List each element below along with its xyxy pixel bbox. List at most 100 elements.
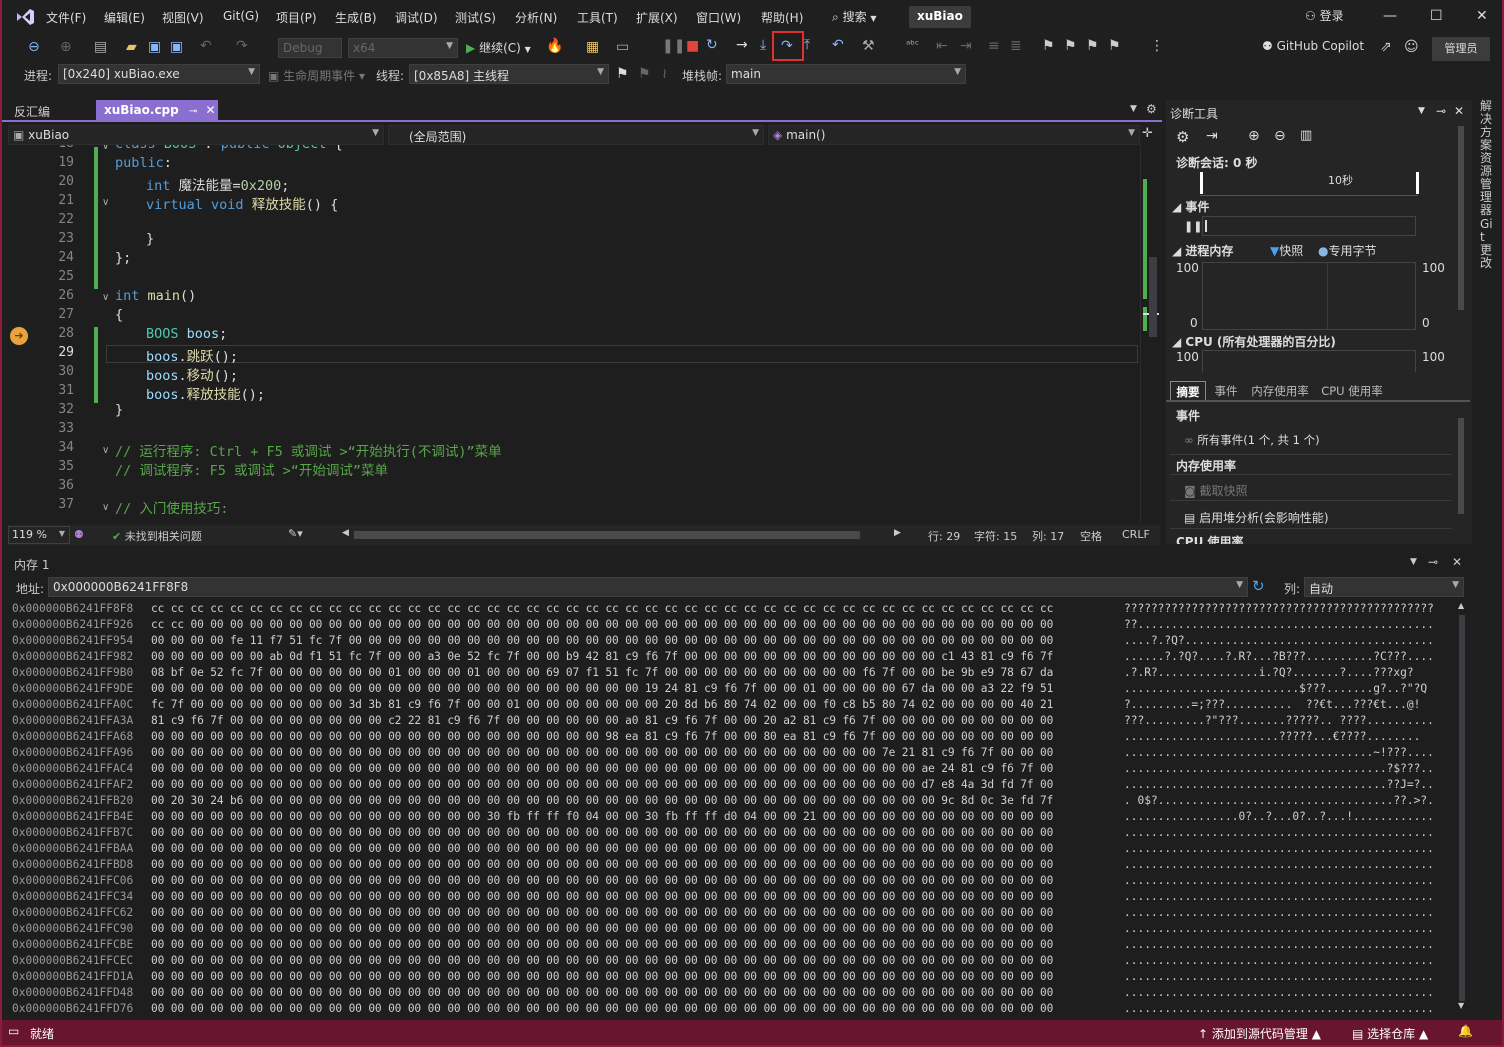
tab-solution-explorer[interactable]: 解决方案资源管理器 — [1480, 100, 1496, 217]
memory-row-hex[interactable]: 00 00 00 00 fe 11 f7 51 fc 7f 00 00 00 0… — [151, 633, 1053, 649]
diag-tab[interactable]: 内存使用率 — [1246, 381, 1314, 401]
toolbar-overflow-icon[interactable]: ⋮ — [1150, 38, 1164, 54]
scroll-down-icon[interactable]: ▼ — [1458, 1001, 1464, 1010]
config-select[interactable]: Debug — [278, 38, 342, 58]
memory-row-hex[interactable]: 00 00 00 00 00 00 00 00 00 00 00 00 00 0… — [151, 777, 1053, 793]
zoom-select[interactable]: 119 % ▼ — [8, 526, 70, 544]
memory-row-ascii[interactable]: ........................................… — [1124, 1001, 1452, 1017]
memory-row-hex[interactable]: 00 00 00 00 00 00 00 00 00 00 00 00 00 0… — [151, 745, 1053, 761]
tab-disassembly[interactable]: 反汇编 — [6, 100, 58, 122]
close-button[interactable]: ✕ — [1476, 8, 1488, 24]
hot-reload-icon[interactable]: 🔥 — [546, 38, 563, 54]
memory-row-ascii[interactable]: ........................................… — [1124, 873, 1452, 889]
memory-row-hex[interactable]: 00 00 00 00 00 00 00 00 00 00 00 00 00 0… — [151, 953, 1053, 969]
timeline-end-handle[interactable] — [1416, 172, 1419, 194]
memory-row-hex[interactable]: 00 00 00 00 00 00 00 00 00 00 00 00 00 0… — [151, 825, 1053, 841]
editor-vertical-scrollbar[interactable] — [1140, 145, 1160, 524]
fold-icon[interactable]: ∨ — [102, 197, 109, 208]
scope-dropdown[interactable]: (全局范围) ▼ — [388, 125, 764, 145]
memory-row-ascii[interactable]: .......................................?… — [1124, 777, 1452, 793]
code-editor[interactable]: ➔ ∨ ∨ ∨ ∨ ∨ 18 class BOOS : public Object… — [8, 145, 1160, 524]
diag-tab[interactable]: 摘要 — [1170, 381, 1206, 401]
fold-icon[interactable]: ∨ — [102, 502, 109, 513]
clear-bookmarks-icon[interactable]: ⚑ — [1108, 38, 1121, 54]
code-line[interactable]: int main() — [115, 288, 196, 304]
code-line[interactable]: boos.释放技能(); — [146, 383, 265, 403]
memory-row-hex[interactable]: 00 00 00 00 00 00 00 00 00 00 00 00 00 0… — [151, 729, 1053, 745]
next-bookmark-icon[interactable]: ⚑ — [1086, 38, 1099, 54]
scroll-up-icon[interactable]: ▲ — [1458, 601, 1464, 610]
step-out-icon[interactable]: ⤒ — [804, 37, 810, 53]
col-indicator[interactable]: 列: 17 — [1032, 528, 1064, 544]
uncomment-icon[interactable]: ≣ — [1010, 38, 1022, 54]
save-all-icon[interactable]: ▣ — [170, 39, 183, 55]
memory-row-hex[interactable]: 00 00 00 00 00 00 00 00 00 00 00 00 00 0… — [151, 809, 1053, 825]
all-events-link[interactable]: ∞ 所有事件(1 个, 共 1 个) — [1184, 432, 1320, 448]
code-line[interactable]: } — [115, 402, 123, 418]
code-line[interactable]: }; — [115, 250, 131, 266]
memory-row-ascii[interactable]: .................0?..?...0?..?...!......… — [1124, 809, 1452, 825]
menu-item[interactable]: 文件(F) — [46, 9, 86, 26]
menu-item[interactable]: 测试(S) — [455, 9, 496, 26]
code-line[interactable]: BOOS boos; — [146, 326, 227, 342]
undo-icon[interactable]: ↶ — [200, 38, 212, 54]
memory-row-ascii[interactable]: ........................................… — [1124, 953, 1452, 969]
status-output-icon[interactable]: ▭ — [8, 1024, 19, 1038]
maximize-button[interactable]: ☐ — [1430, 8, 1443, 24]
memory-row-ascii[interactable]: ........................................… — [1124, 825, 1452, 841]
diag-scroll-thumb[interactable] — [1458, 126, 1464, 310]
memory-row-hex[interactable]: 00 00 00 00 00 00 00 00 00 00 00 00 00 0… — [151, 937, 1053, 953]
timeline-start-handle[interactable] — [1200, 172, 1203, 194]
eol-indicator[interactable]: CRLF — [1122, 528, 1150, 541]
code-line[interactable]: int 魔法能量=0x200; — [146, 174, 289, 194]
select-repo-button[interactable]: ▤ 选择仓库 ▲ — [1352, 1025, 1428, 1042]
memory-row-hex[interactable]: 00 00 00 00 00 00 00 00 00 00 00 00 00 0… — [151, 1001, 1053, 1017]
zoom-out-icon[interactable]: ⊖ — [1274, 128, 1286, 144]
memory-row-hex[interactable]: fc 7f 00 00 00 00 00 00 00 00 3d 3b 81 c… — [151, 697, 1053, 713]
code-line[interactable]: // 调试程序: F5 或调试 >“开始调试”菜单 — [115, 459, 388, 479]
memory-row-ascii[interactable]: ....?.?Q?...............................… — [1124, 633, 1452, 649]
back-navigate-icon[interactable]: ⊖ — [28, 39, 40, 55]
tab-overflow-icon[interactable]: ▼ — [1130, 104, 1137, 114]
memory-row-hex[interactable]: 00 00 00 00 00 00 00 00 00 00 00 00 00 0… — [151, 841, 1053, 857]
memory-row-ascii[interactable]: ........................................… — [1124, 985, 1452, 1001]
diag-close-icon[interactable]: ✕ — [1454, 104, 1464, 118]
code-line[interactable]: boos.移动(); — [146, 364, 238, 384]
menu-item[interactable]: 编辑(E) — [104, 9, 145, 26]
code-cleanup-icon[interactable]: ✎▾ — [288, 527, 303, 540]
whitespace-indicator[interactable]: 空格 — [1080, 528, 1102, 544]
take-snapshot-button[interactable]: ◙ 截取快照 — [1184, 482, 1248, 499]
bookmark-icon[interactable]: ⚑ — [1042, 38, 1055, 54]
lifecycle-events-button[interactable]: ▣ 生命周期事件 ▾ — [268, 67, 365, 84]
memory-dropdown-icon[interactable]: ▼ — [1410, 557, 1417, 567]
code-line[interactable]: boos.跳跃(); — [146, 345, 238, 365]
breakpoint-tool-icon[interactable]: ⚒ — [862, 38, 875, 54]
comment-icon[interactable]: ≡ — [988, 38, 1000, 54]
char-indicator[interactable]: 字符: 15 — [974, 528, 1017, 544]
indent-icon[interactable]: ⇤ — [936, 38, 948, 54]
menu-item[interactable]: 调试(D) — [395, 9, 438, 26]
fold-icon[interactable]: ∨ — [102, 145, 109, 152]
memory-row-hex[interactable]: 00 00 00 00 00 00 00 00 00 00 00 00 00 0… — [151, 905, 1053, 921]
minimize-button[interactable]: — — [1383, 8, 1397, 24]
memory-row-ascii[interactable]: ........................................… — [1124, 905, 1452, 921]
memory-row-hex[interactable]: 00 00 00 00 00 00 00 00 00 00 00 00 00 0… — [151, 857, 1053, 873]
memory-row-ascii[interactable]: ........................................… — [1124, 857, 1452, 873]
memory-row-hex[interactable]: 00 00 00 00 00 00 ab 0d f1 51 fc 7f 00 0… — [151, 649, 1053, 665]
memory-pin-icon[interactable]: ⊸ — [1428, 555, 1438, 569]
feedback-icon[interactable]: ☺ — [1404, 39, 1419, 55]
menu-item[interactable]: Git(G) — [223, 9, 259, 23]
reset-view-icon[interactable]: ▥ — [1300, 128, 1312, 143]
zoom-in-icon[interactable]: ⊕ — [1248, 128, 1260, 144]
prev-bookmark-icon[interactable]: ⚑ — [1064, 38, 1077, 54]
diag-dropdown-icon[interactable]: ▼ — [1418, 106, 1425, 116]
memory-row-ascii[interactable]: ........................................… — [1124, 937, 1452, 953]
memory-row-ascii[interactable]: .......................?????...€????....… — [1124, 729, 1452, 745]
project-dropdown[interactable]: ▣ xuBiao ▼ — [8, 125, 384, 145]
memory-row-hex[interactable]: 00 00 00 00 00 00 00 00 00 00 00 00 00 0… — [151, 681, 1053, 697]
layout-icon[interactable]: ▭ — [616, 39, 629, 55]
memory-row-ascii[interactable]: ???.........?"???.......?????.. ????....… — [1124, 713, 1452, 729]
events-section-header[interactable]: ◢ 事件 — [1172, 198, 1209, 215]
scroll-left-icon[interactable]: ◀ — [342, 528, 349, 538]
menu-item[interactable]: 视图(V) — [162, 9, 204, 26]
